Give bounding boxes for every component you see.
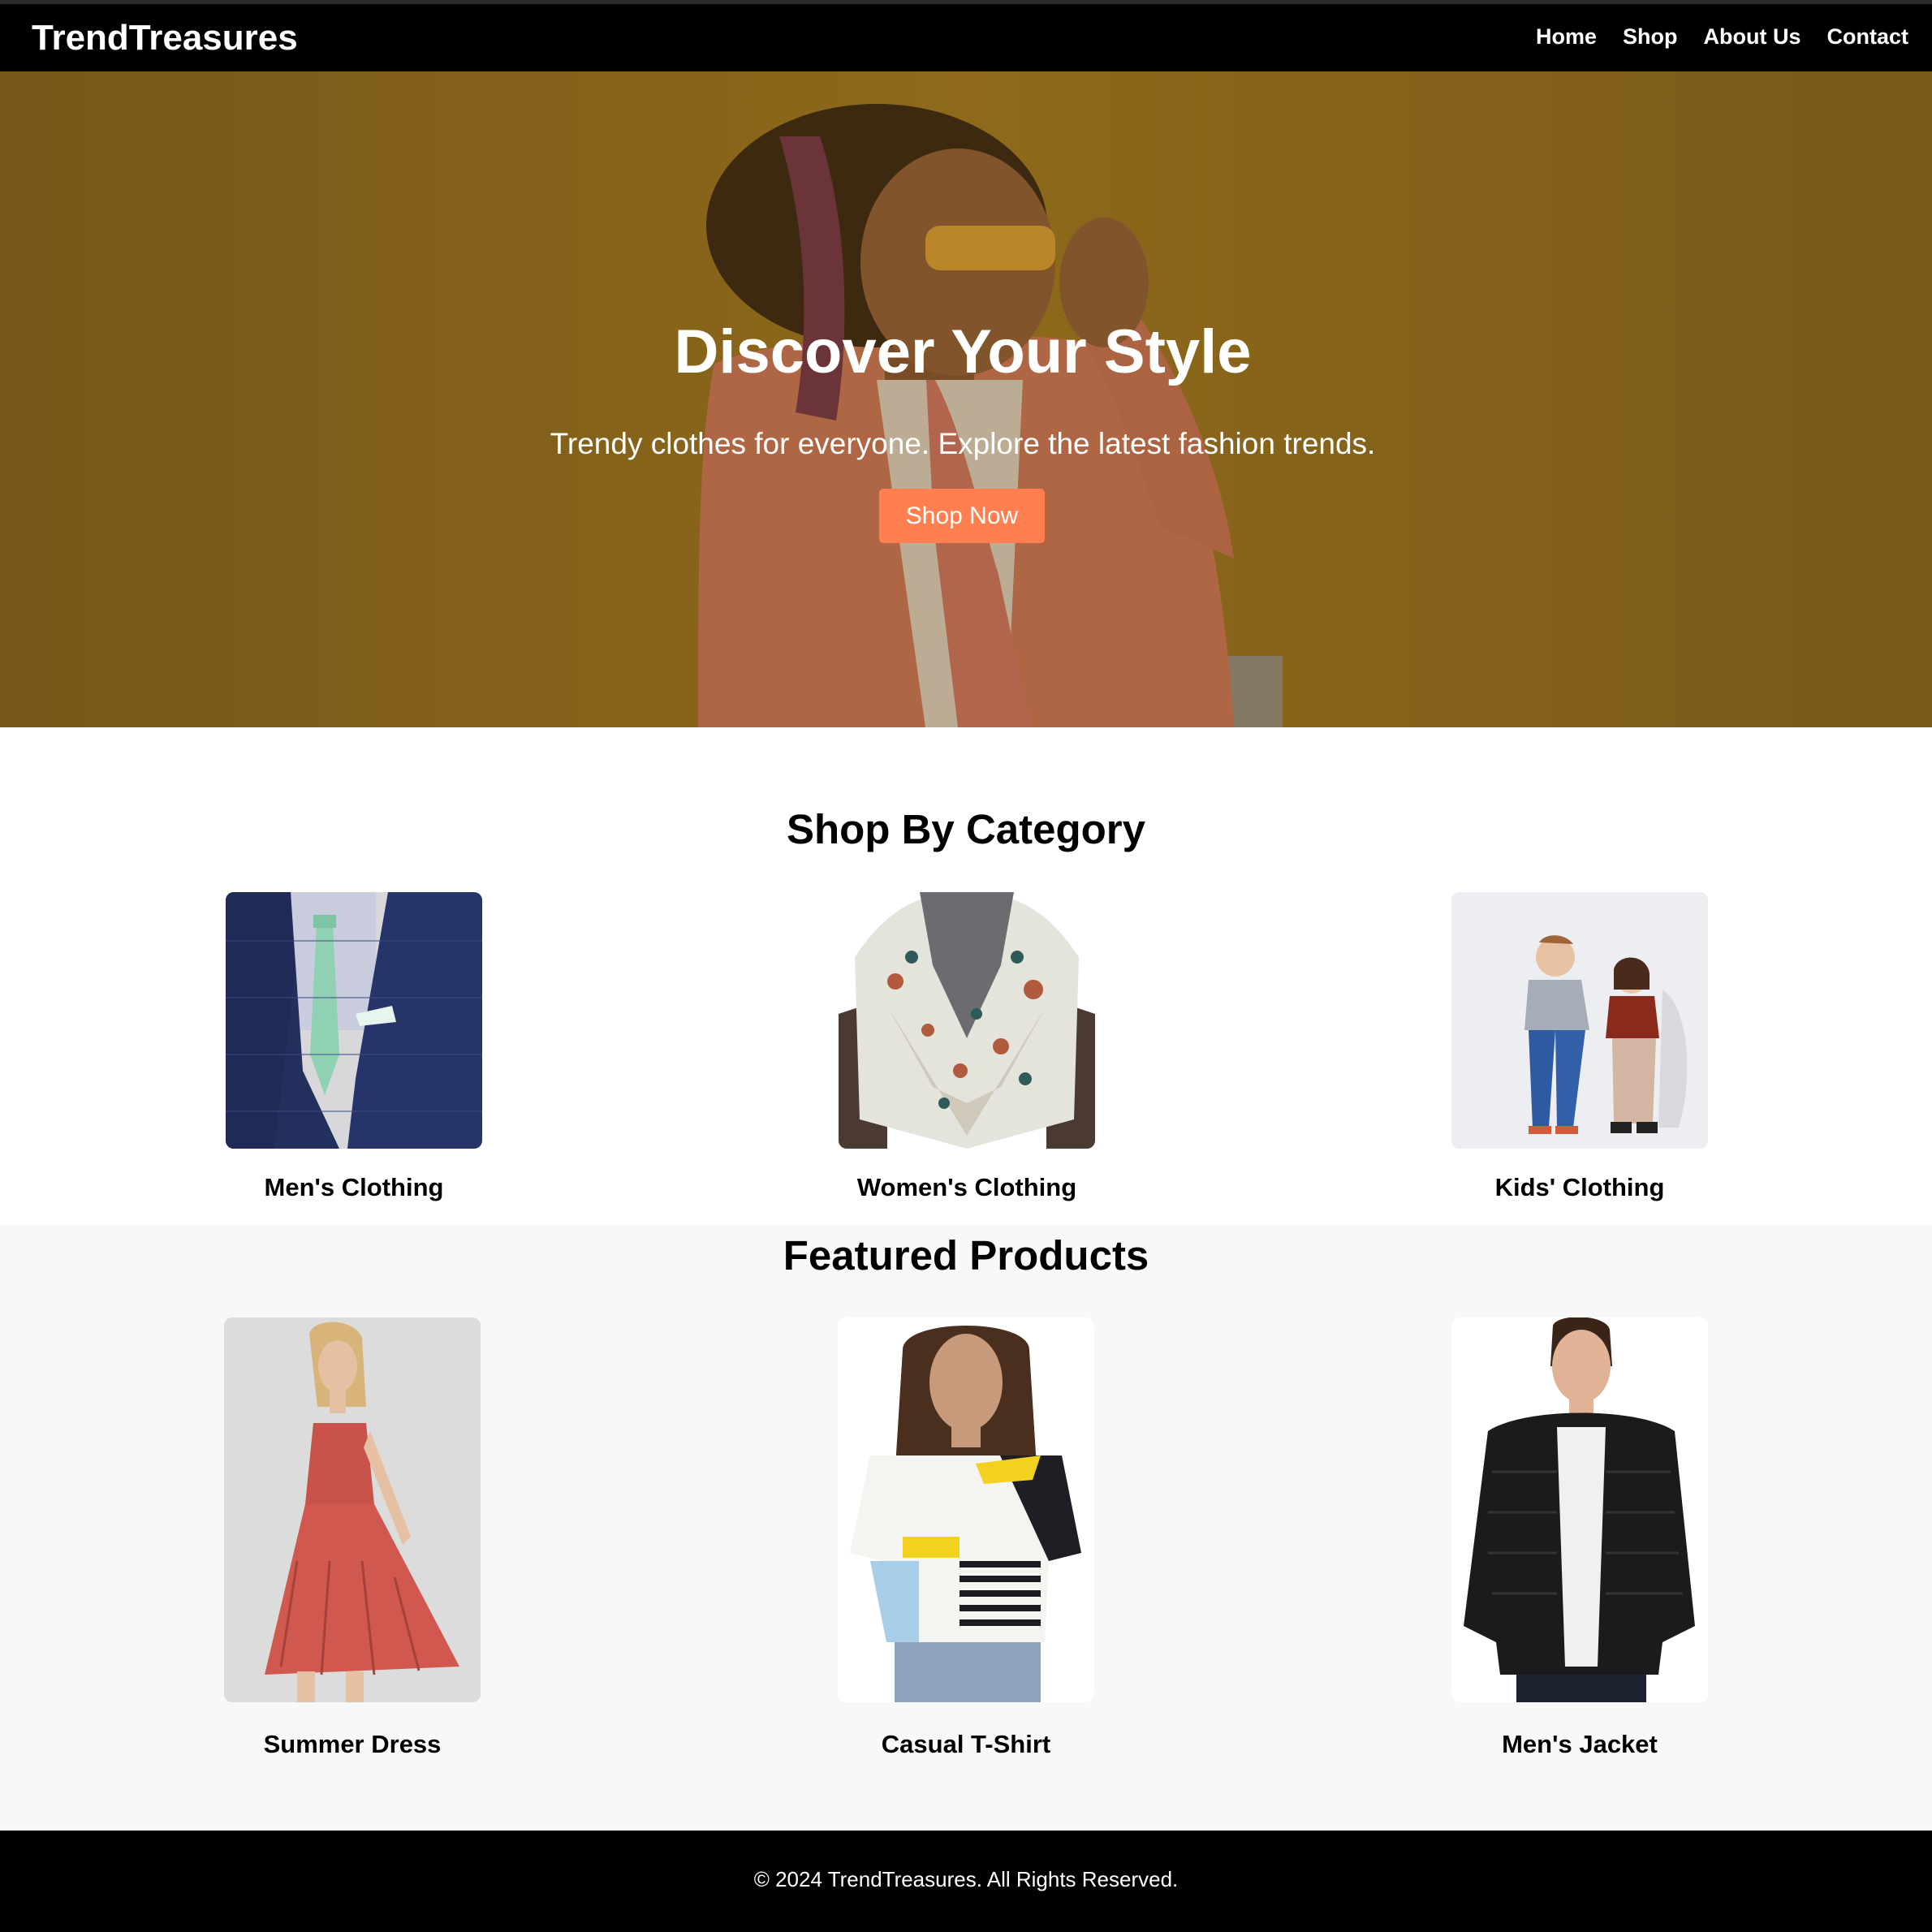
womens-clothing-label[interactable]: Women's Clothing (839, 1171, 1095, 1204)
womens-clothing-image[interactable] (839, 892, 1095, 1149)
category-card-kids[interactable]: Kids' Clothing (1451, 892, 1708, 1204)
casual-tshirt-label[interactable]: Casual T-Shirt (838, 1728, 1094, 1761)
product-card-summer-dress[interactable]: Summer Dress (224, 1317, 481, 1761)
nav-home-link[interactable]: Home (1536, 22, 1597, 51)
summer-dress-image[interactable] (224, 1317, 481, 1702)
main-nav: Home Shop About Us Contact (1536, 22, 1908, 51)
kids-clothing-image[interactable] (1451, 892, 1708, 1149)
copyright-text: © 2024 TrendTreasures. All Rights Reserv… (753, 1867, 1179, 1891)
category-card-womens[interactable]: Women's Clothing (839, 892, 1095, 1204)
kids-clothing-label[interactable]: Kids' Clothing (1451, 1171, 1708, 1204)
hero-overlay (0, 71, 1932, 727)
page-footer: © 2024 TrendTreasures. All Rights Reserv… (0, 1831, 1932, 1932)
top-navbar: TrendTreasures Home Shop About Us Contac… (0, 4, 1932, 71)
casual-tshirt-image[interactable] (838, 1317, 1094, 1702)
nav-about-link[interactable]: About Us (1704, 22, 1801, 51)
featured-title: Featured Products (783, 1232, 1149, 1279)
nav-contact-link[interactable]: Contact (1827, 22, 1909, 51)
categories-title: Shop By Category (786, 806, 1146, 852)
brand-logo[interactable]: TrendTreasures (32, 15, 298, 61)
mens-jacket-label[interactable]: Men's Jacket (1451, 1728, 1708, 1761)
hero-subtitle: Trendy clothes for everyone. Explore the… (550, 427, 1376, 460)
product-card-casual-tshirt[interactable]: Casual T-Shirt (838, 1317, 1094, 1761)
category-card-mens[interactable]: Men's Clothing (226, 892, 482, 1204)
summer-dress-label[interactable]: Summer Dress (224, 1728, 481, 1761)
shop-now-button[interactable]: Shop Now (879, 489, 1045, 543)
hero-title: Discover Your Style (674, 317, 1252, 386)
hero-banner: Discover Your Style Trendy clothes for e… (0, 71, 1932, 727)
mens-jacket-image[interactable] (1451, 1317, 1708, 1702)
mens-clothing-image[interactable] (226, 892, 482, 1149)
nav-shop-link[interactable]: Shop (1623, 22, 1678, 51)
product-card-mens-jacket[interactable]: Men's Jacket (1451, 1317, 1708, 1761)
mens-clothing-label[interactable]: Men's Clothing (226, 1171, 482, 1204)
